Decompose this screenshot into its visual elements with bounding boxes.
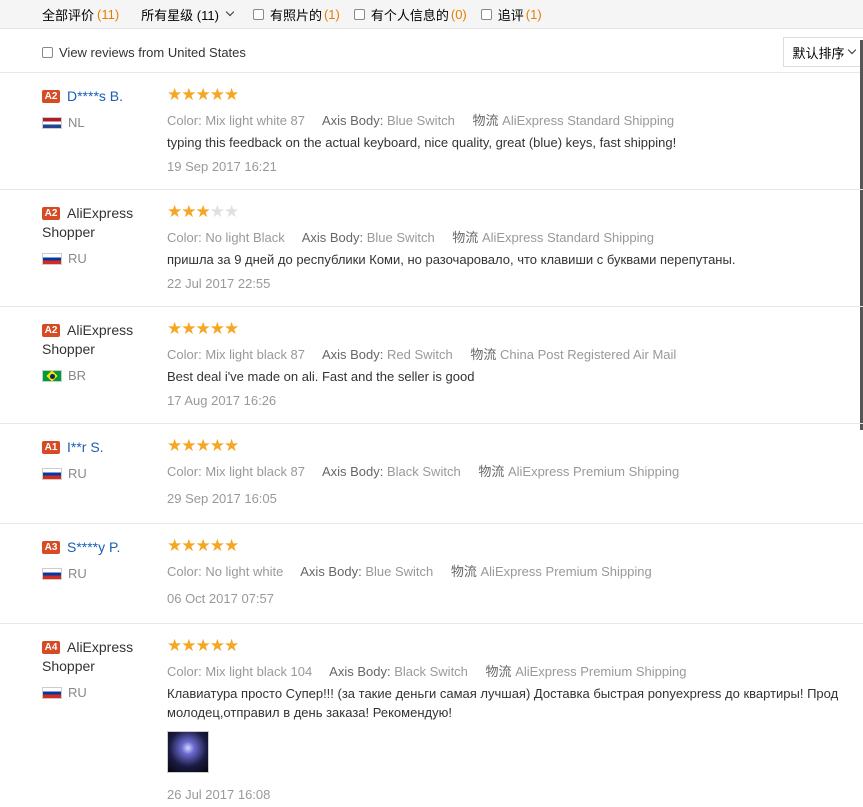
review-attributes: Color: Mix light black 87 Axis Body: Bla… (167, 464, 680, 479)
reviewer: A4 AliExpress Shopper (42, 638, 152, 676)
reviewer-name[interactable]: S****y P. (67, 539, 120, 555)
review-item: A2 D****s B. NL ★★★★★ Color: Mix light wh… (0, 73, 863, 190)
star-filter-dropdown[interactable]: 所有星级 (11) (141, 5, 235, 24)
chevron-down-icon (225, 7, 235, 17)
us-reviews-checkbox[interactable] (42, 46, 53, 58)
photos-checkbox[interactable] (252, 8, 264, 20)
review-text-line2: молодец,отправил в день заказа! Рекоменд… (167, 705, 452, 720)
star-rating: ★★★★★ (167, 436, 239, 455)
star-rating: ★★★★★ (167, 536, 239, 555)
ru-flag-icon (42, 686, 62, 699)
star-rating: ★★★★★ (167, 636, 239, 655)
level-badge: A4 (42, 640, 60, 654)
filter-photos[interactable]: 有照片的 (1) (252, 5, 340, 24)
review-text: typing this feedback on the actual keybo… (167, 135, 677, 150)
filter-followup[interactable]: 追评 (1) (480, 5, 542, 24)
reviewer-country: RU (42, 566, 87, 581)
review-item: A3 S****y P. RU ★★★★★ Color: No light whi… (0, 524, 863, 624)
filter-all[interactable]: 全部评价 (11) (42, 5, 119, 24)
level-badge: A1 (42, 440, 60, 454)
reviewer-country: NL (42, 115, 85, 130)
review-filter-bar: 全部评价 (11) 所有星级 (11) 有照片的 (1) 有个人信息的 (0) … (0, 0, 863, 29)
level-badge: A2 (42, 323, 60, 337)
ru-flag-icon (42, 252, 62, 265)
reviewer: A2 D****s B. (42, 87, 152, 106)
country-filter[interactable]: View reviews from United States (42, 45, 246, 60)
star-rating: ★★★★★ (167, 202, 239, 221)
review-attributes: Color: No light Black Axis Body: Blue Sw… (167, 230, 654, 245)
review-date: 17 Aug 2017 16:26 (167, 393, 277, 408)
filter-personal-info[interactable]: 有个人信息的 (0) (353, 5, 467, 24)
review-item: A4 AliExpress Shopper RU ★★★★★ Color: Mix… (0, 624, 863, 807)
reviewer: A3 S****y P. (42, 538, 152, 557)
review-date: 29 Sep 2017 16:05 (167, 491, 277, 506)
reviewer-country: RU (42, 466, 87, 481)
review-item: A2 AliExpress Shopper RU ★★★★★ Color: No … (0, 190, 863, 307)
reviewer-country: BR (42, 368, 86, 383)
sort-dropdown[interactable]: 默认排序 (783, 37, 863, 67)
review-attributes: Color: Mix light black 104 Axis Body: Bl… (167, 664, 687, 679)
reviewer: A1 I**r S. (42, 438, 152, 457)
br-flag-icon (42, 369, 62, 382)
personal-info-checkbox[interactable] (353, 8, 365, 20)
star-rating: ★★★★★ (167, 85, 239, 104)
review-date: 26 Jul 2017 16:08 (167, 787, 271, 802)
review-attributes: Color: Mix light white 87 Axis Body: Blu… (167, 113, 675, 128)
review-text: Клавиатура просто Супер!!! (за такие ден… (167, 686, 839, 701)
review-attributes: Color: No light white Axis Body: Blue Sw… (167, 564, 652, 579)
review-date: 06 Oct 2017 07:57 (167, 591, 274, 606)
reviewer-name[interactable]: I**r S. (67, 439, 104, 455)
ru-flag-icon (42, 567, 62, 580)
ru-flag-icon (42, 467, 62, 480)
level-badge: A2 (42, 206, 60, 220)
review-item: A2 AliExpress Shopper BR ★★★★★ Color: Mix… (0, 307, 863, 424)
review-text: Best deal i've made on ali. Fast and the… (167, 369, 475, 384)
reviewer: A2 AliExpress Shopper (42, 321, 152, 359)
country-filter-bar: View reviews from United States 默认排序 (0, 32, 863, 73)
review-text: пришла за 9 дней до республики Коми, но … (167, 252, 736, 267)
followup-checkbox[interactable] (480, 8, 492, 20)
review-attributes: Color: Mix light black 87 Axis Body: Red… (167, 347, 677, 362)
reviewer-name[interactable]: D****s B. (67, 88, 123, 104)
review-date: 22 Jul 2017 22:55 (167, 276, 271, 291)
review-photo-thumbnail[interactable] (167, 731, 209, 773)
level-badge: A2 (42, 89, 60, 103)
review-item: A1 I**r S. RU ★★★★★ Color: Mix light blac… (0, 424, 863, 524)
star-rating: ★★★★★ (167, 319, 239, 338)
reviewer: A2 AliExpress Shopper (42, 204, 152, 242)
nl-flag-icon (42, 116, 62, 129)
reviewer-country: RU (42, 685, 87, 700)
level-badge: A3 (42, 540, 60, 554)
review-date: 19 Sep 2017 16:21 (167, 159, 277, 174)
reviewer-country: RU (42, 251, 87, 266)
chevron-down-icon (847, 45, 856, 55)
